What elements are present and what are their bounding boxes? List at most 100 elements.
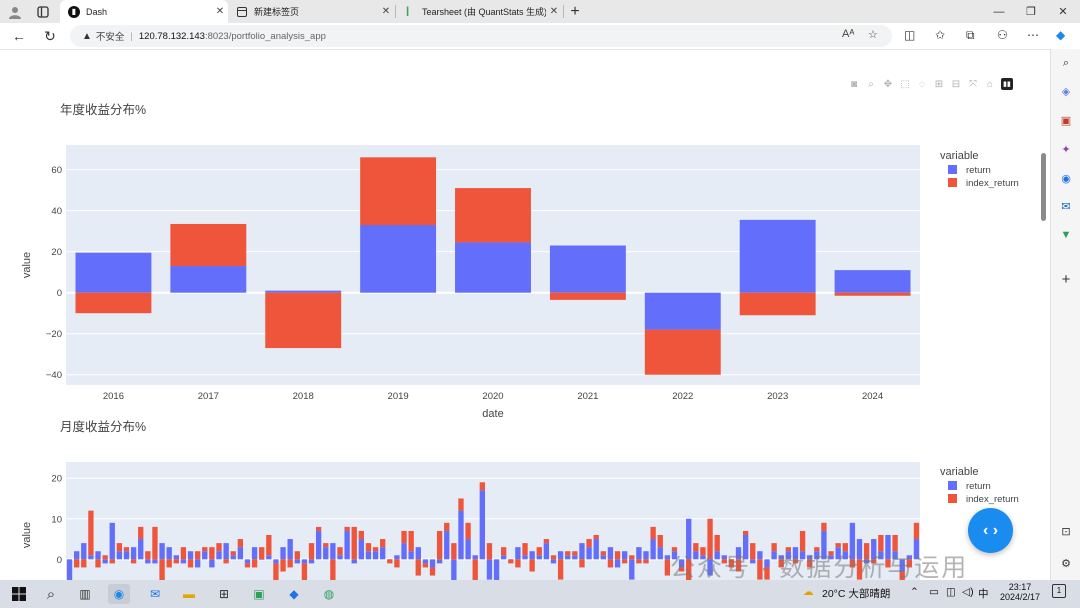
drop-icon[interactable]: ▼ xyxy=(1058,227,1074,243)
search-icon[interactable]: ⌕ xyxy=(1058,55,1074,71)
return-bar xyxy=(455,242,531,293)
volume-icon[interactable]: ◁) xyxy=(962,586,974,598)
ime-indicator[interactable]: 中 xyxy=(978,586,989,601)
tray-overflow-icon[interactable]: ⌃ xyxy=(910,586,919,598)
edge-browser-icon[interactable]: ◉ xyxy=(108,584,130,604)
index-return-bar xyxy=(458,498,464,511)
close-tab-icon[interactable]: ✕ xyxy=(212,6,228,17)
return-bar xyxy=(739,219,816,293)
return-bar xyxy=(472,555,478,560)
more-menu-icon[interactable]: ⋯ xyxy=(1027,28,1039,42)
chart-favicon-icon: ▎ xyxy=(406,7,414,16)
start-windows-icon[interactable] xyxy=(8,584,30,604)
index-return-bar xyxy=(636,559,642,564)
minimize-icon[interactable]: — xyxy=(982,0,1016,23)
box-select-icon[interactable]: ⬚ xyxy=(899,78,911,90)
x-tick-label: 2022 xyxy=(672,391,693,402)
url-field[interactable]: ▲ 不安全 | 120.78.132.143:8023/portfolio_an… xyxy=(70,25,892,47)
mail-icon[interactable]: ✉ xyxy=(144,584,166,604)
weather-text[interactable]: 20°C 大部晴朗 xyxy=(822,586,890,601)
collections-icon[interactable]: ⧉ xyxy=(966,28,975,43)
index-return-bar xyxy=(152,526,158,560)
back-arrow-icon[interactable]: ← xyxy=(10,27,28,45)
file-explorer-icon[interactable]: ▬ xyxy=(178,584,200,604)
close-window-icon[interactable]: ✕ xyxy=(1046,0,1080,23)
x-tick-label: 2023 xyxy=(767,391,788,402)
index-return-bar xyxy=(913,522,920,540)
favorites-icon[interactable]: ✩ xyxy=(935,28,945,42)
battery-icon[interactable]: ▭ xyxy=(929,586,939,598)
clock[interactable]: 23:17 2024/2/17 xyxy=(1000,582,1040,602)
pan-icon[interactable]: ✥ xyxy=(882,78,894,90)
split-screen-icon[interactable]: ◫ xyxy=(904,28,915,42)
return-bar xyxy=(294,559,300,564)
return-bar xyxy=(244,559,251,564)
return-bar xyxy=(74,551,80,560)
zoom-in-icon[interactable]: ⊞ xyxy=(933,78,945,90)
y-tick-label: 60 xyxy=(51,165,62,176)
search-icon[interactable]: ⌕ xyxy=(40,584,62,604)
terminal-app-icon[interactable]: ▣ xyxy=(248,584,270,604)
return-bar xyxy=(280,547,286,560)
plotly-logo-icon[interactable]: ▮▮ xyxy=(1001,78,1013,90)
restore-icon[interactable]: ❐ xyxy=(1014,0,1048,23)
copilot-icon[interactable]: ◆ xyxy=(1056,28,1065,42)
index-return-bar xyxy=(237,539,244,548)
return-bar xyxy=(337,555,343,560)
warning-icon[interactable]: ▲ xyxy=(82,31,92,42)
return-bar xyxy=(501,555,507,560)
add-sidebar-app-icon[interactable]: + xyxy=(1058,271,1074,288)
close-tab-icon[interactable]: ✕ xyxy=(546,6,562,17)
return-bar xyxy=(458,510,464,560)
return-bar xyxy=(116,551,123,560)
return-bar xyxy=(579,543,585,560)
reload-icon[interactable]: ↻ xyxy=(41,27,59,45)
tab-new-tab[interactable]: 新建标签页 ✕ xyxy=(228,0,394,23)
tab-tearsheet[interactable]: ▎ Tearsheet (由 QuantStats 生成) ✕ xyxy=(396,0,562,23)
return-bar xyxy=(621,551,628,560)
page-scrollbar-thumb[interactable] xyxy=(1041,153,1046,221)
store-icon[interactable]: ⊞ xyxy=(213,584,235,604)
close-tab-icon[interactable]: ✕ xyxy=(378,6,394,17)
lasso-select-icon[interactable]: ◌ xyxy=(916,78,928,90)
tab-dash[interactable]: ▮ Dash ✕ xyxy=(60,0,228,23)
shopping-tag-icon[interactable]: ◈ xyxy=(1058,83,1074,99)
task-view-icon[interactable]: ▥ xyxy=(74,584,96,604)
y-tick-label: −40 xyxy=(46,370,62,381)
index-return-bar xyxy=(330,559,336,580)
wechat-icon[interactable]: ◍ xyxy=(318,584,340,604)
camera-icon[interactable]: ◙ xyxy=(848,78,860,90)
index-return-bar xyxy=(138,526,144,540)
index-return-bar xyxy=(614,551,621,560)
microsoft365-icon[interactable]: ◉ xyxy=(1058,170,1074,186)
games-icon[interactable]: ✦ xyxy=(1058,141,1074,157)
read-aloud-icon[interactable]: Aᴬ xyxy=(842,28,854,40)
workspaces-icon[interactable] xyxy=(34,3,52,20)
extensions-icon[interactable]: ⚇ xyxy=(997,28,1008,42)
outlook-icon[interactable]: ✉ xyxy=(1058,198,1074,214)
autoscale-icon[interactable]: ⤧ xyxy=(967,78,979,90)
security-label[interactable]: 不安全 xyxy=(96,29,125,43)
profile-avatar-icon[interactable] xyxy=(6,3,24,20)
tools-briefcase-icon[interactable]: ▣ xyxy=(1058,112,1074,128)
index-return-bar xyxy=(337,547,343,556)
reset-axes-home-icon[interactable]: ⌂ xyxy=(984,78,996,90)
network-icon[interactable]: ◫ xyxy=(946,586,956,598)
return-bar xyxy=(643,551,649,560)
new-tab-plus-icon[interactable]: + xyxy=(566,3,584,20)
vscode-icon[interactable]: ◆ xyxy=(283,584,305,604)
return-bar xyxy=(593,539,599,560)
code-toggle-button[interactable]: ‹ › xyxy=(968,508,1013,553)
zoom-out-icon[interactable]: ⊟ xyxy=(950,78,962,90)
zoom-icon[interactable]: ⌕ xyxy=(865,78,877,90)
url-divider: | xyxy=(130,30,133,42)
screenshot-tool-icon[interactable]: ⊡ xyxy=(1058,523,1074,539)
notification-badge[interactable]: 1 xyxy=(1052,584,1066,598)
sidebar-settings-gear-icon[interactable]: ⚙ xyxy=(1058,555,1074,571)
favorite-star-icon[interactable]: ☆ xyxy=(868,28,878,41)
x-tick-label: 2019 xyxy=(388,391,409,402)
return-bar xyxy=(109,522,115,560)
index-return-bar xyxy=(173,559,179,564)
index-return-bar xyxy=(436,530,443,560)
weather-icon[interactable]: ☁ xyxy=(803,586,814,598)
